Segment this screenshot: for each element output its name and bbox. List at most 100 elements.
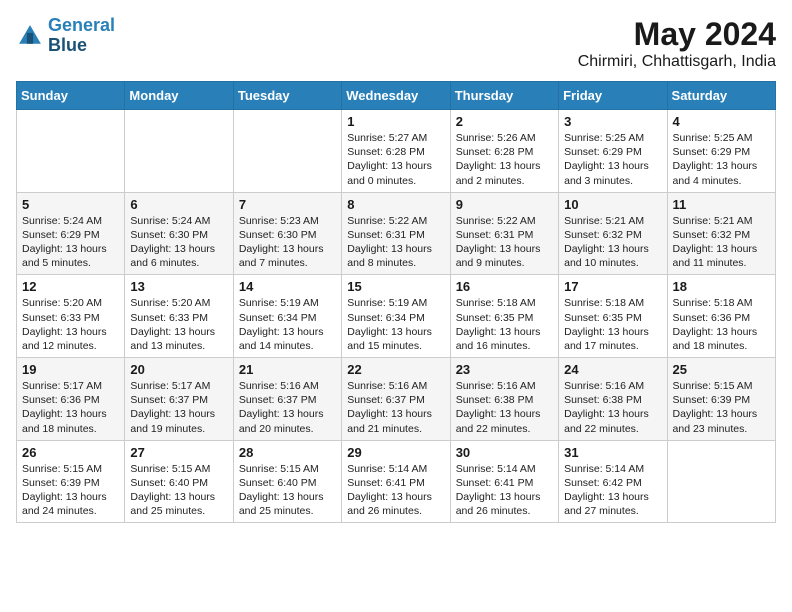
day-number: 20 (130, 362, 227, 377)
calendar-cell (667, 440, 775, 523)
day-info: Sunrise: 5:15 AMSunset: 6:39 PMDaylight:… (673, 379, 770, 436)
calendar-cell: 6Sunrise: 5:24 AMSunset: 6:30 PMDaylight… (125, 192, 233, 275)
day-info: Sunrise: 5:24 AMSunset: 6:29 PMDaylight:… (22, 214, 119, 271)
calendar-cell: 4Sunrise: 5:25 AMSunset: 6:29 PMDaylight… (667, 110, 775, 193)
day-number: 22 (347, 362, 444, 377)
day-info: Sunrise: 5:16 AMSunset: 6:37 PMDaylight:… (239, 379, 336, 436)
day-number: 24 (564, 362, 661, 377)
calendar-cell: 2 Sunrise: 5:26 AMSunset: 6:28 PMDaylight… (450, 110, 558, 193)
day-number: 14 (239, 279, 336, 294)
calendar-cell: 29 Sunrise: 5:14 AMSunset: 6:41 PMDayligh… (342, 440, 450, 523)
day-number: 10 (564, 197, 661, 212)
day-number: 23 (456, 362, 553, 377)
weekday-header-tuesday: Tuesday (233, 82, 341, 110)
calendar-cell: 22 Sunrise: 5:16 AMSunset: 6:37 PMDayligh… (342, 358, 450, 441)
calendar-cell: 24Sunrise: 5:16 AMSunset: 6:38 PMDayligh… (559, 358, 667, 441)
logo-text: General Blue (48, 16, 115, 56)
title-block: May 2024 Chirmiri, Chhattisgarh, India (578, 16, 776, 71)
month-title: May 2024 (578, 16, 776, 53)
day-info: Sunrise: 5:26 AMSunset: 6:28 PMDaylight:… (456, 131, 553, 188)
day-info: Sunrise: 5:21 AMSunset: 6:32 PMDaylight:… (564, 214, 661, 271)
calendar-cell: 27 Sunrise: 5:15 AMSunset: 6:40 PMDayligh… (125, 440, 233, 523)
day-number: 27 (130, 445, 227, 460)
logo: General Blue (16, 16, 115, 56)
logo-icon (16, 22, 44, 50)
calendar-cell: 25 Sunrise: 5:15 AMSunset: 6:39 PMDayligh… (667, 358, 775, 441)
calendar-cell (125, 110, 233, 193)
day-number: 8 (347, 197, 444, 212)
day-number: 6 (130, 197, 227, 212)
calendar-table: SundayMondayTuesdayWednesdayThursdayFrid… (16, 81, 776, 523)
calendar-cell: 21 Sunrise: 5:16 AMSunset: 6:37 PMDayligh… (233, 358, 341, 441)
day-info: Sunrise: 5:14 AMSunset: 6:42 PMDaylight:… (564, 462, 661, 519)
weekday-header-friday: Friday (559, 82, 667, 110)
day-number: 7 (239, 197, 336, 212)
day-number: 16 (456, 279, 553, 294)
weekday-header-thursday: Thursday (450, 82, 558, 110)
day-info: Sunrise: 5:22 AMSunset: 6:31 PMDaylight:… (347, 214, 444, 271)
calendar-cell: 17 Sunrise: 5:18 AMSunset: 6:35 PMDayligh… (559, 275, 667, 358)
day-info: Sunrise: 5:27 AMSunset: 6:28 PMDaylight:… (347, 131, 444, 188)
calendar-cell: 12Sunrise: 5:20 AMSunset: 6:33 PMDayligh… (17, 275, 125, 358)
calendar-cell (233, 110, 341, 193)
day-info: Sunrise: 5:17 AMSunset: 6:37 PMDaylight:… (130, 379, 227, 436)
calendar-week-5: 26Sunrise: 5:15 AMSunset: 6:39 PMDayligh… (17, 440, 776, 523)
day-number: 2 (456, 114, 553, 129)
day-info: Sunrise: 5:16 AMSunset: 6:37 PMDaylight:… (347, 379, 444, 436)
day-info: Sunrise: 5:20 AMSunset: 6:33 PMDaylight:… (130, 296, 227, 353)
calendar-week-2: 5 Sunrise: 5:24 AMSunset: 6:29 PMDaylight… (17, 192, 776, 275)
weekday-header-monday: Monday (125, 82, 233, 110)
day-number: 11 (673, 197, 770, 212)
day-number: 18 (673, 279, 770, 294)
calendar-cell: 8 Sunrise: 5:22 AMSunset: 6:31 PMDaylight… (342, 192, 450, 275)
calendar-cell: 26Sunrise: 5:15 AMSunset: 6:39 PMDayligh… (17, 440, 125, 523)
calendar-cell: 28Sunrise: 5:15 AMSunset: 6:40 PMDayligh… (233, 440, 341, 523)
calendar-week-4: 19Sunrise: 5:17 AMSunset: 6:36 PMDayligh… (17, 358, 776, 441)
calendar-cell: 23Sunrise: 5:16 AMSunset: 6:38 PMDayligh… (450, 358, 558, 441)
day-info: Sunrise: 5:25 AMSunset: 6:29 PMDaylight:… (564, 131, 661, 188)
calendar-cell: 15 Sunrise: 5:19 AMSunset: 6:34 PMDayligh… (342, 275, 450, 358)
day-number: 15 (347, 279, 444, 294)
day-number: 1 (347, 114, 444, 129)
calendar-week-1: 1 Sunrise: 5:27 AMSunset: 6:28 PMDaylight… (17, 110, 776, 193)
day-info: Sunrise: 5:14 AMSunset: 6:41 PMDaylight:… (347, 462, 444, 519)
day-info: Sunrise: 5:18 AMSunset: 6:36 PMDaylight:… (673, 296, 770, 353)
day-number: 9 (456, 197, 553, 212)
day-info: Sunrise: 5:21 AMSunset: 6:32 PMDaylight:… (673, 214, 770, 271)
weekday-header-wednesday: Wednesday (342, 82, 450, 110)
calendar-cell (17, 110, 125, 193)
calendar-cell: 11 Sunrise: 5:21 AMSunset: 6:32 PMDayligh… (667, 192, 775, 275)
day-info: Sunrise: 5:25 AMSunset: 6:29 PMDaylight:… (673, 131, 770, 188)
day-number: 25 (673, 362, 770, 377)
day-info: Sunrise: 5:19 AMSunset: 6:34 PMDaylight:… (239, 296, 336, 353)
day-number: 29 (347, 445, 444, 460)
day-info: Sunrise: 5:18 AMSunset: 6:35 PMDaylight:… (456, 296, 553, 353)
calendar-cell: 19Sunrise: 5:17 AMSunset: 6:36 PMDayligh… (17, 358, 125, 441)
day-number: 5 (22, 197, 119, 212)
day-number: 13 (130, 279, 227, 294)
calendar-cell: 13 Sunrise: 5:20 AMSunset: 6:33 PMDayligh… (125, 275, 233, 358)
calendar-cell: 18 Sunrise: 5:18 AMSunset: 6:36 PMDayligh… (667, 275, 775, 358)
weekday-header-sunday: Sunday (17, 82, 125, 110)
day-number: 31 (564, 445, 661, 460)
calendar-cell: 9 Sunrise: 5:22 AMSunset: 6:31 PMDaylight… (450, 192, 558, 275)
calendar-cell: 1 Sunrise: 5:27 AMSunset: 6:28 PMDaylight… (342, 110, 450, 193)
day-number: 17 (564, 279, 661, 294)
page-header: General Blue May 2024 Chirmiri, Chhattis… (16, 16, 776, 71)
day-number: 21 (239, 362, 336, 377)
calendar-cell: 7Sunrise: 5:23 AMSunset: 6:30 PMDaylight… (233, 192, 341, 275)
day-number: 19 (22, 362, 119, 377)
day-info: Sunrise: 5:15 AMSunset: 6:40 PMDaylight:… (130, 462, 227, 519)
calendar-cell: 30Sunrise: 5:14 AMSunset: 6:41 PMDayligh… (450, 440, 558, 523)
day-number: 12 (22, 279, 119, 294)
calendar-cell: 16 Sunrise: 5:18 AMSunset: 6:35 PMDayligh… (450, 275, 558, 358)
location-title: Chirmiri, Chhattisgarh, India (578, 53, 776, 71)
weekday-header-row: SundayMondayTuesdayWednesdayThursdayFrid… (17, 82, 776, 110)
calendar-cell: 20 Sunrise: 5:17 AMSunset: 6:37 PMDayligh… (125, 358, 233, 441)
day-info: Sunrise: 5:19 AMSunset: 6:34 PMDaylight:… (347, 296, 444, 353)
day-info: Sunrise: 5:22 AMSunset: 6:31 PMDaylight:… (456, 214, 553, 271)
weekday-header-saturday: Saturday (667, 82, 775, 110)
day-number: 30 (456, 445, 553, 460)
day-info: Sunrise: 5:18 AMSunset: 6:35 PMDaylight:… (564, 296, 661, 353)
day-number: 26 (22, 445, 119, 460)
